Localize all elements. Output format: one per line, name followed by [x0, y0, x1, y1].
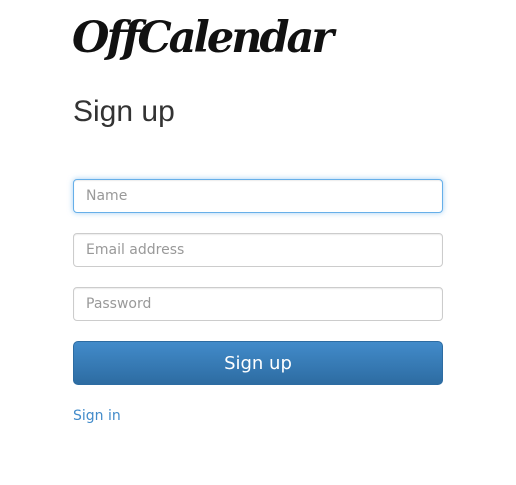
sign-up-button[interactable]: Sign up [73, 341, 443, 385]
page-title: Sign up [73, 95, 175, 128]
name-input[interactable] [73, 179, 443, 213]
password-input[interactable] [73, 287, 443, 321]
app-logo: OffCalendar [72, 13, 334, 63]
email-input[interactable] [73, 233, 443, 267]
sign-in-link[interactable]: Sign in [73, 406, 121, 426]
